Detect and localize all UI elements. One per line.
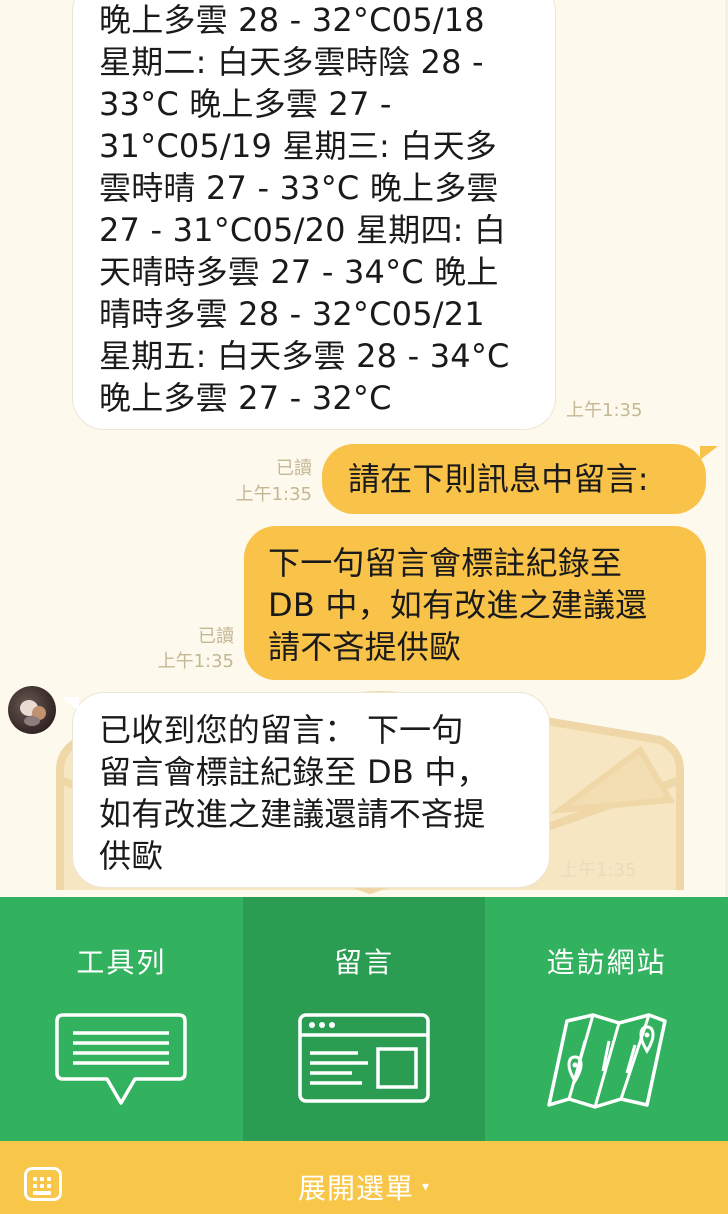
menu-item-toolbar[interactable]: 工具列 [0, 897, 243, 1141]
message-timestamp: 上午1:35 [235, 484, 312, 505]
incoming-message-ack: 已收到您的留言： 下一句 留言會標註紀錄至 DB 中， 如有改進之建議還請不吝提… [61, 692, 550, 888]
message-timestamp: 上午1:35 [157, 651, 234, 672]
message-line: 如有改進之建議還請不吝提 [99, 795, 486, 833]
incoming-message-weather: 晚上多雲 28 - 32°C05/18 星期二: 白天多雲時陰 28 - 33°… [72, 0, 556, 430]
message-line: 已收到您的留言： 下一句 [99, 711, 464, 749]
avatar-detail [24, 716, 40, 726]
keyboard-icon[interactable] [24, 1167, 62, 1201]
message-line: 下一句留言會標註紀錄至 [268, 544, 623, 582]
menu-footer-bar: 展開選單 ▾ [0, 1141, 728, 1214]
folded-map-icon [546, 1013, 667, 1109]
speech-bubble-list-icon [55, 1013, 188, 1105]
outgoing-message-prompt: 請在下則訊息中留言: [322, 444, 718, 514]
chat-area[interactable]: 晚上多雲 28 - 32°C05/18 星期二: 白天多雲時陰 28 - 33°… [0, 0, 728, 897]
read-receipt: 已讀 [276, 458, 312, 479]
message-line: 請在下則訊息中留言: [348, 460, 649, 498]
message-line: 晴時多雲 28 - 32°C05/21 [99, 295, 485, 333]
expand-menu-label: 展開選單 [297, 1171, 414, 1205]
expand-menu-button[interactable]: 展開選單 ▾ [298, 1167, 430, 1207]
message-line: 雲時晴 27 - 33°C 晚上多雲 [99, 169, 499, 207]
message-line: 留言會標註紀錄至 DB 中， [99, 753, 489, 791]
menu-item-label: 工具列 [76, 946, 167, 979]
menu-item-label: 留言 [334, 946, 395, 979]
message-line: 天晴時多雲 27 - 34°C 晚上 [99, 253, 499, 291]
caret-down-icon: ▾ [421, 1178, 431, 1195]
bot-avatar[interactable] [8, 686, 56, 734]
message-line: 供歐 [99, 837, 164, 875]
message-line: 晚上多雲 27 - 32°C [99, 379, 392, 417]
message-line: 星期二: 白天多雲時陰 28 - [99, 43, 484, 81]
message-timestamp: 上午1:35 [560, 860, 637, 881]
message-line: 星期五: 白天多雲 28 - 34°C [99, 337, 510, 375]
message-line: 31°C05/19 星期三: 白天多 [99, 127, 498, 165]
message-line: DB 中，如有改進之建議還 [268, 586, 648, 624]
message-line: 請不吝提供歐 [268, 628, 462, 666]
browser-window-icon [298, 1013, 430, 1103]
outgoing-message-comment: 下一句留言會標註紀錄至 DB 中，如有改進之建議還 請不吝提供歐 [244, 526, 706, 680]
message-line: 晚上多雲 28 - 32°C05/18 [99, 1, 485, 39]
message-timestamp: 上午1:35 [566, 400, 643, 421]
rich-menu: 工具列 留言 造訪網站 [0, 897, 728, 1141]
menu-item-label: 造訪網站 [546, 946, 667, 979]
menu-item-comment[interactable]: 留言 [242, 897, 486, 1141]
message-line: 33°C 晚上多雲 27 - [99, 85, 392, 123]
message-line: 27 - 31°C05/20 星期四: 白 [99, 211, 507, 249]
menu-item-visit-site[interactable]: 造訪網站 [485, 897, 728, 1141]
read-receipt: 已讀 [198, 626, 234, 647]
